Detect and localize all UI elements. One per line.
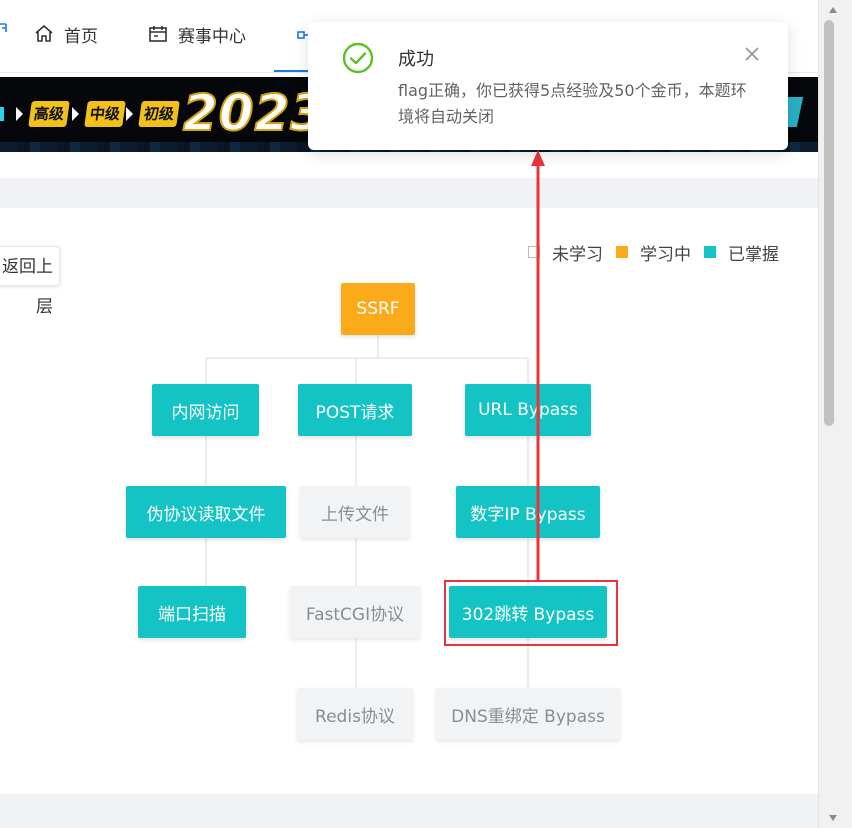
scroll-up-arrow-icon[interactable]: [819, 0, 852, 20]
tree-node-pseudo-protocol-read-file[interactable]: 伪协议读取文件: [126, 486, 286, 538]
success-notification: 成功 flag正确，你已获得5点经验及50个金币，本题环境将自动关闭: [308, 22, 788, 150]
tree-node-port-scan[interactable]: 端口扫描: [138, 586, 246, 638]
scrollbar-thumb[interactable]: [824, 20, 834, 426]
tree-node-url-bypass[interactable]: URL Bypass: [465, 384, 591, 436]
tree-node-redis-protocol[interactable]: Redis协议: [297, 688, 413, 740]
success-check-icon: [342, 42, 374, 74]
notification-message: flag正确，你已获得5点经验及50个金币，本题环境将自动关闭: [398, 81, 747, 126]
tree-node-numeric-ip-bypass[interactable]: 数字IP Bypass: [456, 486, 600, 538]
vertical-scrollbar[interactable]: [818, 0, 852, 828]
notification-title: 成功: [398, 49, 434, 70]
tree-node-ssrf[interactable]: SSRF: [341, 283, 415, 335]
tree-node-fastcgi-protocol[interactable]: FastCGI协议: [290, 586, 420, 638]
tree-node-dns-rebinding-bypass[interactable]: DNS重绑定 Bypass: [436, 688, 620, 740]
tree-node-intranet-access[interactable]: 内网访问: [152, 384, 259, 436]
scroll-down-arrow-icon[interactable]: [819, 808, 852, 828]
tree-node-file-upload[interactable]: 上传文件: [300, 486, 410, 538]
footer-separator: [0, 794, 818, 828]
tree-node-post-request[interactable]: POST请求: [298, 384, 412, 436]
annotation-highlight-box: [444, 580, 618, 646]
page: 首页 赛事中心 高级 中级 初级 2023护网 返回上层 未学习 学习中 已掌握…: [0, 0, 852, 828]
close-icon[interactable]: [742, 44, 762, 64]
